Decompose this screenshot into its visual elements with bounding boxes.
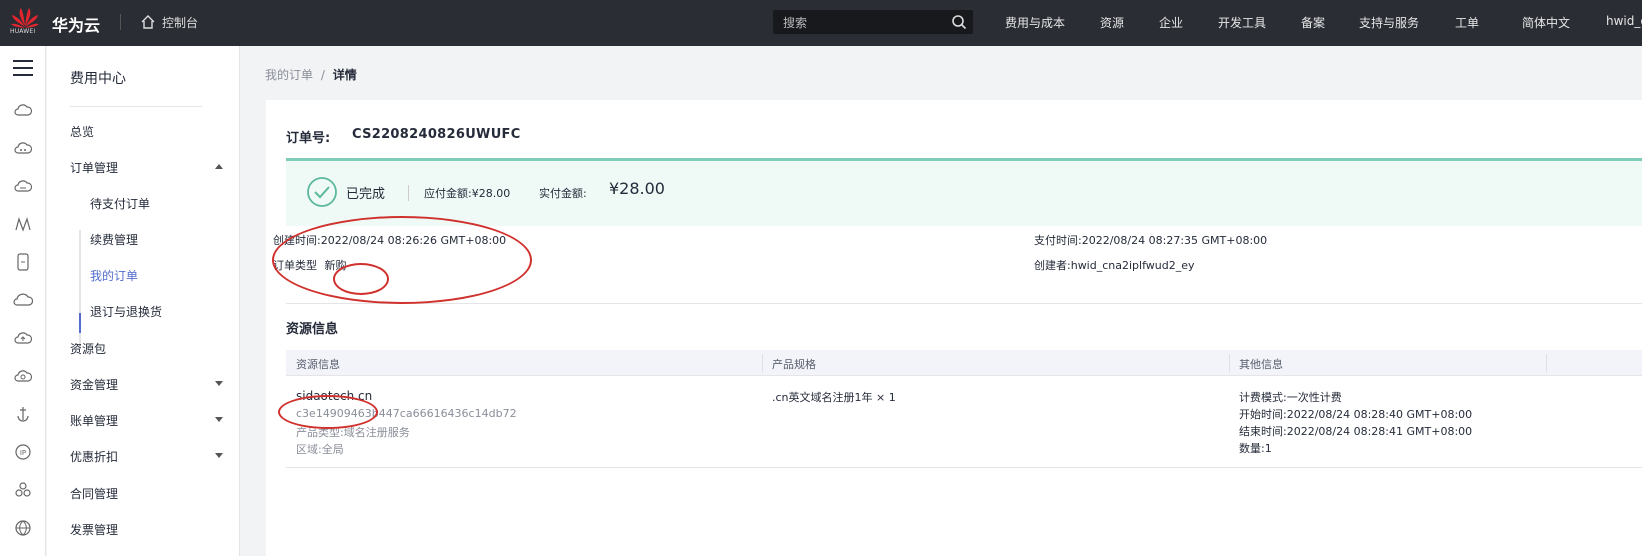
amount-paid-label: 实付金额: — [539, 187, 587, 200]
breadcrumb: 我的订单 / 详情 — [265, 66, 357, 83]
sidebar-item-resource-packages[interactable]: 资源包 — [70, 340, 106, 357]
amount-due: 应付金额:¥28.00 — [424, 187, 511, 200]
top-navigation-bar: HUAWEI 华为云 控制台 搜索 费用与成本 资源 企业 开发工具 备案 支持… — [0, 0, 1642, 46]
sidebar-item-discounts[interactable]: 优惠折扣 — [70, 448, 118, 465]
order-type-label: 订单类型 — [273, 259, 317, 272]
end-time: 结束时间:2022/08/24 08:28:41 GMT+08:00 — [1239, 425, 1473, 438]
cloud-server-icon[interactable] — [13, 100, 33, 120]
created-time-label: 创建时间: — [273, 234, 321, 247]
nav-language[interactable]: 简体中文 — [1522, 14, 1570, 32]
anchor-icon[interactable] — [13, 404, 33, 424]
order-type-value: 新购 — [324, 259, 347, 272]
status-text: 已完成 — [346, 187, 386, 202]
start-time: 开始时间:2022/08/24 08:28:40 GMT+08:00 — [1239, 408, 1473, 421]
sidebar-item-invoices[interactable]: 发票管理 — [70, 521, 118, 538]
quantity: 数量:1 — [1239, 442, 1272, 455]
cloud-service-icon[interactable] — [13, 138, 33, 158]
order-number-label: 订单号: — [286, 131, 331, 146]
cloud-storage-icon[interactable] — [13, 176, 33, 196]
globe-icon[interactable] — [13, 518, 33, 538]
search-input[interactable]: 搜索 — [773, 10, 973, 34]
resource-section-title: 资源信息 — [286, 322, 339, 337]
column-separator — [762, 354, 763, 372]
sidebar-divider — [70, 106, 202, 107]
sidebar-item-unsubscribe[interactable]: 退订与退换货 — [90, 303, 162, 320]
service-icon-rail: IP — [0, 46, 46, 556]
resource-name[interactable]: sidaotech.cn — [296, 389, 372, 403]
order-number: CS2208240826UWUFC — [352, 127, 521, 142]
status-divider — [408, 185, 409, 201]
row-divider — [286, 467, 1642, 468]
sidebar-item-bills[interactable]: 账单管理 — [70, 412, 118, 429]
resource-region: 区域:全局 — [296, 443, 344, 456]
billing-center-sidebar: 费用中心 总览 订单管理 待支付订单 续费管理 我的订单 退订与退换货 资源包 … — [47, 46, 240, 556]
order-detail-card: 订单号: CS2208240826UWUFC 已完成 应付金额:¥28.00 实… — [266, 100, 1642, 556]
cloud-sync-icon[interactable] — [13, 366, 33, 386]
chevron-up-icon[interactable] — [215, 164, 223, 169]
cluster-icon[interactable] — [13, 480, 33, 500]
search-placeholder: 搜索 — [783, 16, 808, 30]
network-icon[interactable] — [13, 214, 33, 234]
nav-user[interactable]: hwid_c — [1606, 14, 1642, 32]
chevron-down-icon[interactable] — [215, 453, 223, 458]
column-header-spec: 产品规格 — [772, 358, 816, 371]
logo-text: HUAWEI — [10, 28, 36, 35]
mobile-icon[interactable] — [13, 252, 33, 272]
creator-value: hwid_cna2iplfwud2_ey — [1070, 259, 1195, 272]
paid-time-value: 2022/08/24 08:27:35 GMT+08:00 — [1081, 234, 1268, 247]
cloud-upload-icon[interactable] — [13, 328, 33, 348]
sidebar-item-renewals[interactable]: 续费管理 — [90, 231, 138, 248]
ip-icon[interactable]: IP — [13, 442, 33, 462]
column-separator — [1229, 354, 1230, 372]
sidebar-item-funds[interactable]: 资金管理 — [70, 376, 118, 393]
created-time: 创建时间:2022/08/24 08:26:26 GMT+08:00 — [273, 232, 506, 248]
nav-enterprise[interactable]: 企业 — [1159, 14, 1183, 32]
sidebar-item-my-orders[interactable]: 我的订单 — [90, 267, 138, 284]
created-time-value: 2022/08/24 08:26:26 GMT+08:00 — [320, 234, 507, 247]
nav-ticket[interactable]: 工单 — [1455, 14, 1479, 32]
sidebar-title: 费用中心 — [70, 71, 126, 87]
paid-time-label: 支付时间: — [1034, 234, 1082, 247]
resource-id: c3e14909463b447ca66616436c14db72 — [296, 407, 517, 420]
nav-dev-tools[interactable]: 开发工具 — [1218, 14, 1266, 32]
billing-mode: 计费模式:一次性计费 — [1239, 391, 1342, 404]
nav-resources[interactable]: 资源 — [1100, 14, 1124, 32]
column-separator — [1546, 354, 1547, 372]
console-label: 控制台 — [162, 15, 199, 30]
breadcrumb-current: 详情 — [332, 68, 357, 82]
chevron-down-icon[interactable] — [215, 417, 223, 422]
nav-cost[interactable]: 费用与成本 — [1005, 14, 1065, 32]
sidebar-item-order-management[interactable]: 订单管理 — [70, 159, 118, 176]
resource-product-type: 产品类型:域名注册服务 — [296, 426, 410, 439]
sidebar-item-pending-orders[interactable]: 待支付订单 — [90, 195, 150, 212]
home-icon — [141, 15, 155, 29]
submenu-active-indicator — [79, 313, 81, 333]
creator: 创建者:hwid_cna2iplfwud2_ey — [1034, 257, 1195, 273]
order-type: 订单类型 新购 — [273, 257, 347, 273]
breadcrumb-my-orders[interactable]: 我的订单 — [265, 68, 313, 82]
paid-time: 支付时间:2022/08/24 08:27:35 GMT+08:00 — [1034, 232, 1267, 248]
column-header-resource: 资源信息 — [296, 358, 340, 371]
sidebar-item-contracts[interactable]: 合同管理 — [70, 485, 118, 502]
product-spec: .cn英文域名注册1年 × 1 — [772, 391, 896, 404]
nav-icp[interactable]: 备案 — [1301, 14, 1325, 32]
breadcrumb-separator: / — [320, 68, 325, 82]
search-icon[interactable] — [951, 14, 967, 30]
column-header-other: 其他信息 — [1239, 358, 1283, 371]
order-status-panel: 已完成 应付金额:¥28.00 实付金额: ¥28.00 — [286, 158, 1642, 226]
header-divider — [120, 14, 121, 30]
svg-text:IP: IP — [20, 449, 26, 457]
resource-table-header: 资源信息 产品规格 其他信息 — [286, 350, 1642, 376]
creator-label: 创建者: — [1034, 259, 1071, 272]
nav-support[interactable]: 支持与服务 — [1359, 14, 1419, 32]
section-divider — [286, 303, 1642, 304]
brand-name[interactable]: 华为云 — [52, 12, 100, 36]
amount-paid-value: ¥28.00 — [609, 179, 665, 198]
check-circle-icon — [307, 177, 337, 207]
menu-icon[interactable] — [11, 58, 35, 78]
cloud-icon[interactable] — [13, 290, 33, 310]
console-link[interactable]: 控制台 — [140, 12, 198, 32]
chevron-down-icon[interactable] — [215, 381, 223, 386]
sidebar-item-overview[interactable]: 总览 — [70, 123, 94, 140]
